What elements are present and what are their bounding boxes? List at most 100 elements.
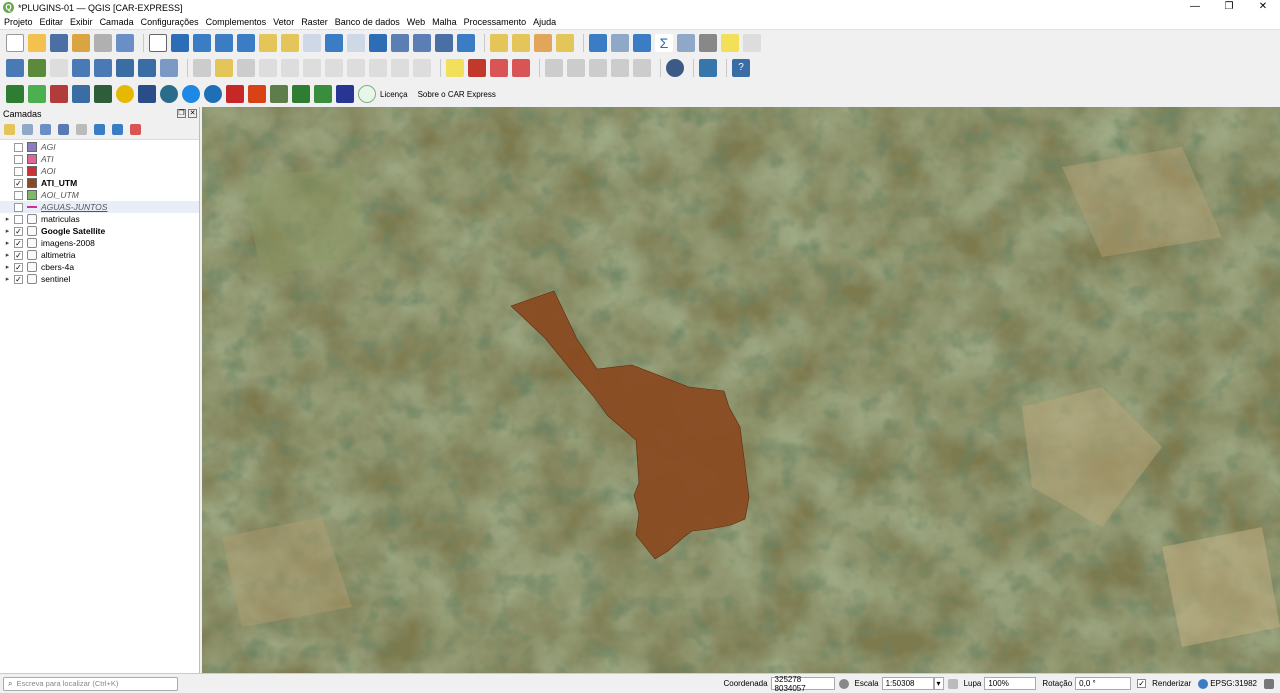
gear-plugin-icon[interactable]: [72, 85, 90, 103]
filter-legend-icon[interactable]: [58, 124, 69, 135]
menu-configuracoes[interactable]: Configurações: [141, 17, 199, 27]
add-raster-icon[interactable]: [72, 59, 90, 77]
open-project-icon[interactable]: [28, 33, 46, 52]
menu-malha[interactable]: Malha: [432, 17, 457, 27]
crs-globe-icon[interactable]: [1198, 678, 1209, 689]
layer-visibility-checkbox[interactable]: [14, 202, 23, 212]
expand-arrow-icon[interactable]: ▸: [0, 227, 11, 235]
menu-projeto[interactable]: Projeto: [4, 17, 33, 27]
show-labels-icon[interactable]: [512, 59, 530, 77]
layer-visibility-checkbox[interactable]: [14, 166, 23, 176]
python-console-icon[interactable]: [699, 59, 717, 77]
expand-arrow-icon[interactable]: ▸: [0, 215, 11, 223]
filter-expression-icon[interactable]: [76, 124, 87, 135]
zoom-to-selection-icon[interactable]: [259, 33, 277, 52]
new-project-icon[interactable]: [6, 33, 24, 52]
style-manager-icon[interactable]: [116, 33, 134, 52]
plant-plugin-icon[interactable]: [314, 85, 332, 103]
style-layer-icon[interactable]: [4, 124, 15, 135]
show-bookmarks-icon[interactable]: [413, 33, 431, 52]
search-plugin-icon[interactable]: [182, 85, 200, 103]
zoom-next-icon[interactable]: [347, 33, 365, 52]
layer-row[interactable]: ▸ ✓ sentinel: [0, 273, 199, 285]
add-delimited-icon[interactable]: [94, 59, 112, 77]
layer-row[interactable]: ▸ ✓ imagens-2008: [0, 237, 199, 249]
attribute-table-icon[interactable]: [611, 33, 629, 52]
locate-icon[interactable]: [743, 33, 761, 52]
select-by-value-icon[interactable]: [512, 33, 530, 52]
layer-row[interactable]: AOI: [0, 165, 199, 177]
car-express-icon[interactable]: [6, 85, 24, 103]
license-button[interactable]: Licença: [380, 90, 408, 99]
menu-banco-de-dados[interactable]: Banco de dados: [335, 17, 400, 27]
pan-to-selection-icon[interactable]: [171, 33, 189, 52]
collapse-all-icon[interactable]: [112, 124, 123, 135]
add-vector-icon[interactable]: [50, 59, 68, 77]
coordinate-toggle-icon[interactable]: [838, 678, 849, 689]
layer-row[interactable]: ATI: [0, 153, 199, 165]
expand-arrow-icon[interactable]: ▸: [0, 263, 11, 271]
zoom-to-layer-icon[interactable]: [281, 33, 299, 52]
menu-ajuda[interactable]: Ajuda: [533, 17, 556, 27]
current-edits-icon[interactable]: [193, 59, 211, 77]
save-project-icon[interactable]: [50, 33, 68, 52]
add-feature-icon[interactable]: [259, 59, 277, 77]
layer-row[interactable]: ▸ ✓ cbers-4a: [0, 261, 199, 273]
label-properties-icon[interactable]: [611, 59, 629, 77]
save-as-icon[interactable]: [72, 33, 90, 52]
about-car-express-button[interactable]: Sobre o CAR Express: [418, 90, 496, 99]
layer-visibility-checkbox[interactable]: ✓: [14, 238, 23, 248]
expand-all-icon[interactable]: [94, 124, 105, 135]
undo-icon[interactable]: [391, 59, 409, 77]
help-icon[interactable]: ?: [732, 59, 750, 77]
float-panel-icon[interactable]: ❐: [177, 109, 186, 118]
add-wfs-icon[interactable]: [138, 59, 156, 77]
rotate-label-icon[interactable]: [567, 59, 585, 77]
map-tips-icon[interactable]: [721, 33, 739, 52]
expand-arrow-icon[interactable]: ▸: [0, 239, 11, 247]
close-button[interactable]: ✕: [1246, 0, 1280, 15]
menu-camada[interactable]: Camada: [100, 17, 134, 27]
cut-icon[interactable]: [325, 59, 343, 77]
layer-row[interactable]: AGUAS-JUNTOS: [0, 201, 199, 213]
vertex-tool-icon[interactable]: [281, 59, 299, 77]
toggle-editing-icon[interactable]: [215, 59, 233, 77]
catalog-plugin-icon[interactable]: [138, 85, 156, 103]
zoom-full-icon[interactable]: [237, 33, 255, 52]
deselect-icon[interactable]: [534, 33, 552, 52]
new-bookmark-icon[interactable]: [391, 33, 409, 52]
terrain-plugin-icon[interactable]: [270, 85, 288, 103]
layer-row[interactable]: ▸ ✓ Google Satellite: [0, 225, 199, 237]
copy-icon[interactable]: [347, 59, 365, 77]
forest-plugin-icon[interactable]: [292, 85, 310, 103]
rotation-field[interactable]: 0,0 °: [1075, 677, 1132, 690]
sun-plugin-icon[interactable]: [116, 85, 134, 103]
layer-row[interactable]: ✓ ATI_UTM: [0, 177, 199, 189]
layer-row[interactable]: ▸ matriculas: [0, 213, 199, 225]
redo-icon[interactable]: [413, 59, 431, 77]
add-spatialite-icon[interactable]: [160, 59, 178, 77]
add-wms-icon[interactable]: [116, 59, 134, 77]
scale-field[interactable]: 1:50308: [881, 677, 934, 690]
layer-visibility-checkbox[interactable]: [14, 214, 23, 224]
lock-icon[interactable]: [947, 678, 958, 689]
close-panel-icon[interactable]: ✕: [188, 109, 197, 118]
paste-icon[interactable]: [369, 59, 387, 77]
new-map-view-icon[interactable]: [369, 33, 387, 52]
layer-visibility-checkbox[interactable]: ✓: [14, 262, 23, 272]
manage-themes-icon[interactable]: [40, 124, 51, 135]
identify-icon[interactable]: [589, 33, 607, 52]
minimize-button[interactable]: —: [1178, 0, 1212, 15]
magnifier-field[interactable]: 100%: [984, 677, 1037, 690]
zoom-last-icon[interactable]: [325, 33, 343, 52]
circle-plugin-icon[interactable]: [358, 85, 376, 103]
network-plugin-icon[interactable]: [666, 59, 684, 77]
pan-hand-icon[interactable]: [149, 33, 167, 52]
refresh-icon[interactable]: [457, 33, 475, 52]
layer-visibility-checkbox[interactable]: [14, 154, 23, 164]
remove-layer-icon[interactable]: [130, 124, 141, 135]
layer-visibility-checkbox[interactable]: ✓: [14, 226, 23, 236]
menu-web[interactable]: Web: [407, 17, 425, 27]
pin-labels-icon[interactable]: [490, 59, 508, 77]
save-edits-icon[interactable]: [237, 59, 255, 77]
